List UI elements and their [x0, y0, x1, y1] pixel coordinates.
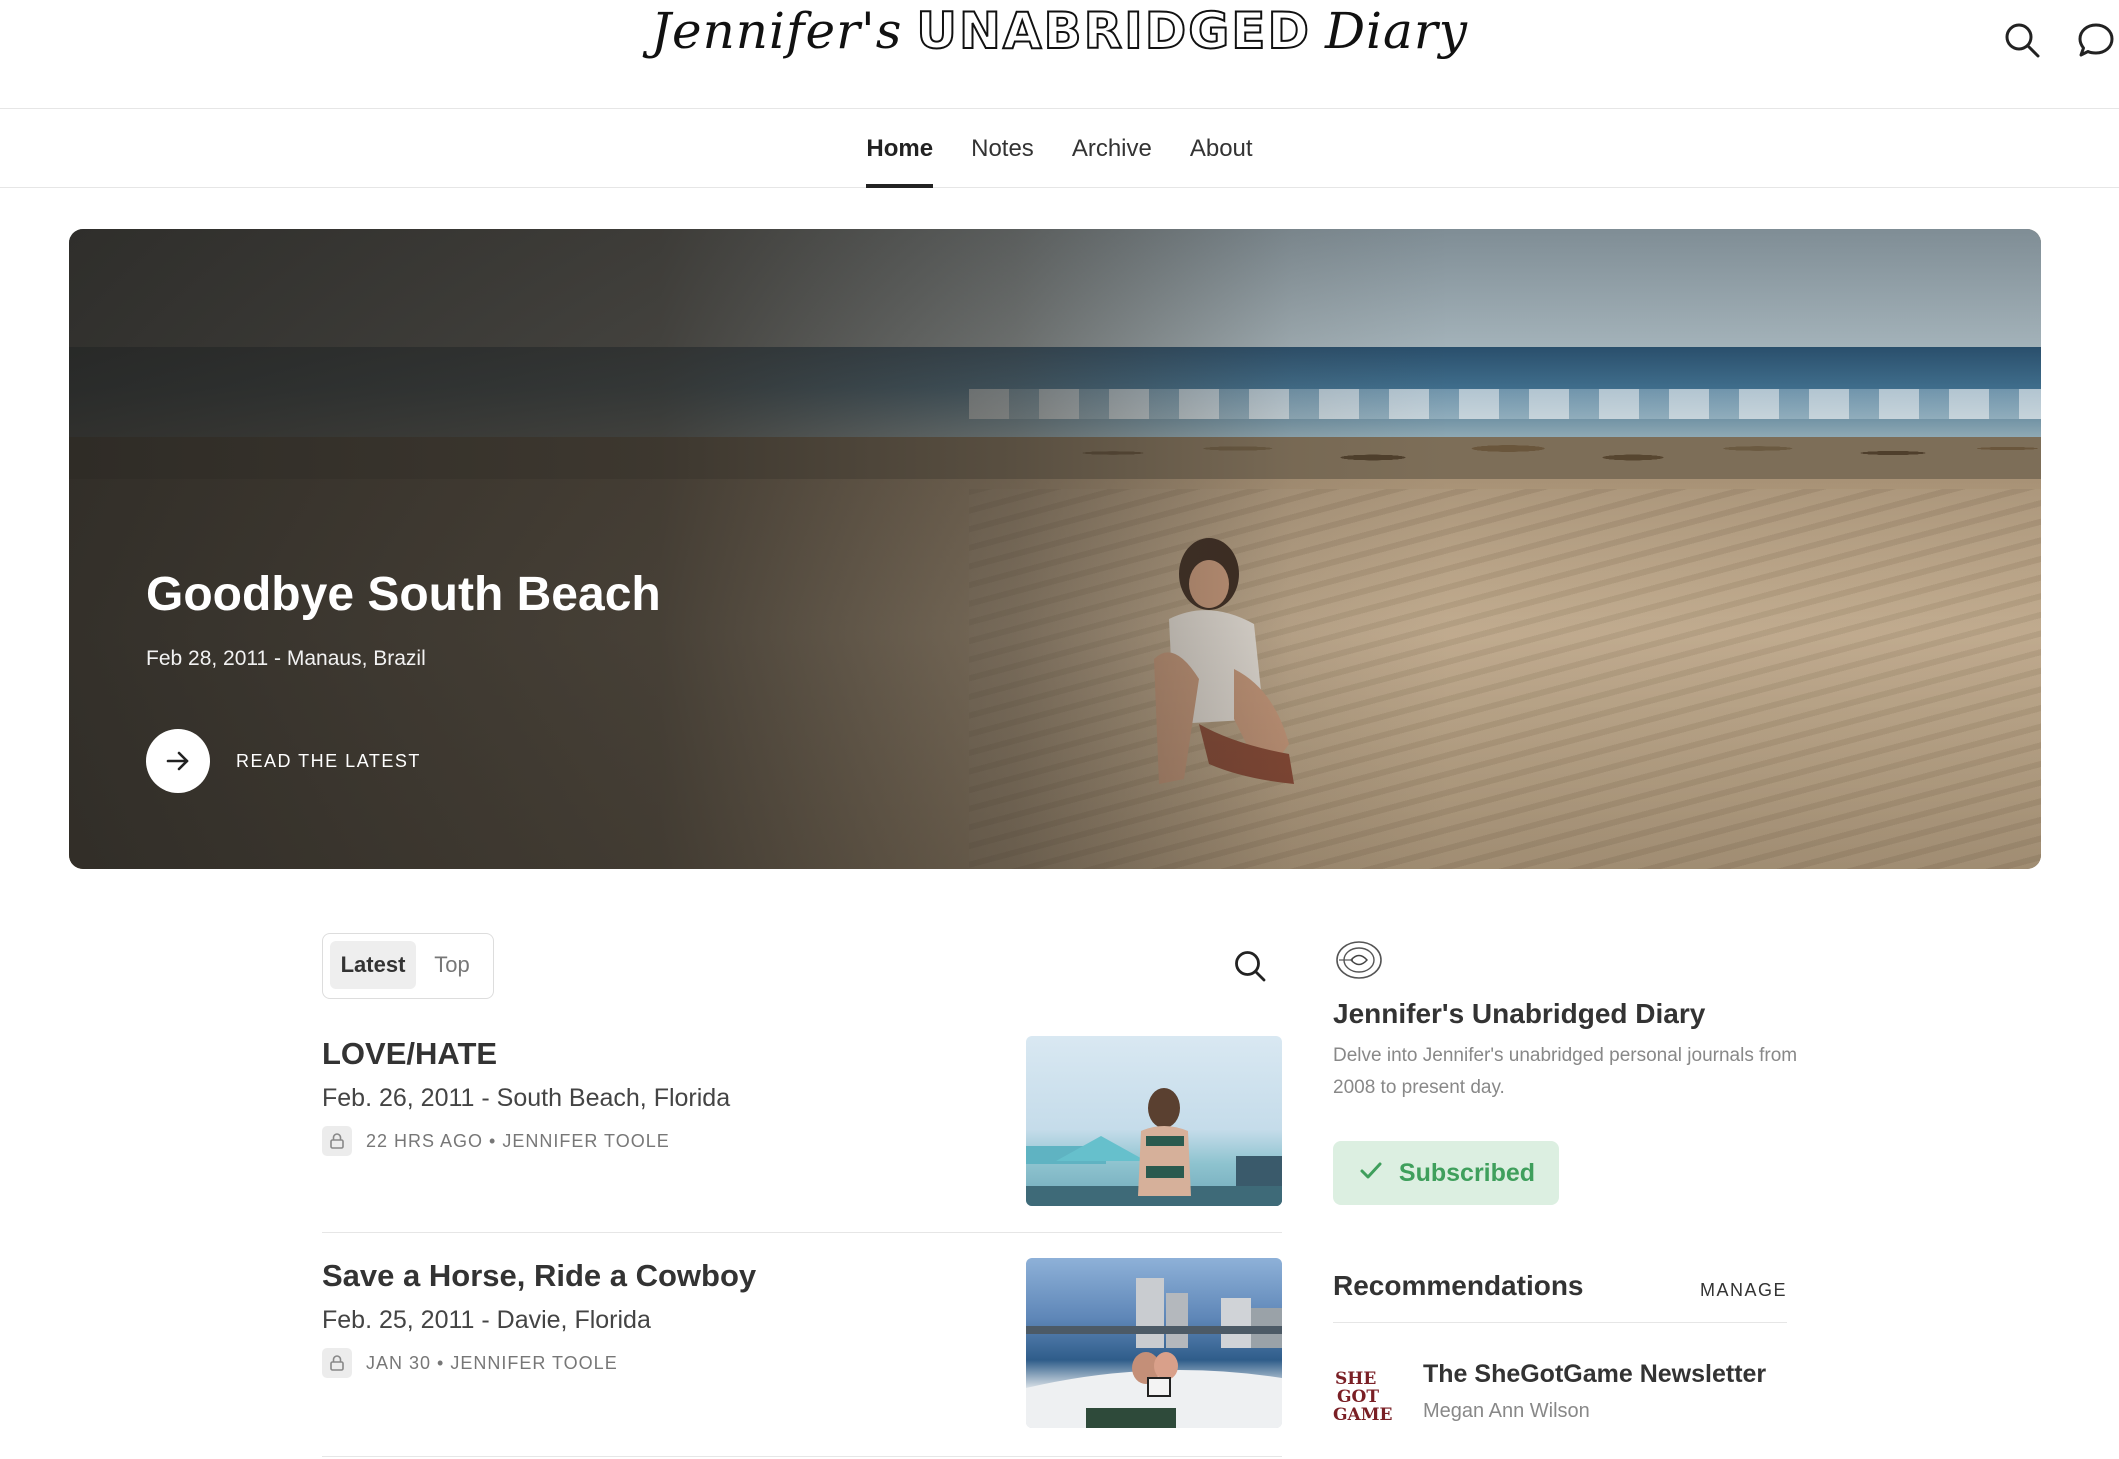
recommendation-author: Megan Ann Wilson — [1423, 1400, 1590, 1422]
recommendation-name[interactable]: The SheGotGame Newsletter — [1423, 1360, 1766, 1389]
nav-archive[interactable]: Archive — [1072, 109, 1152, 187]
subscribed-label: Subscribed — [1398, 1158, 1536, 1187]
lock-icon — [322, 1126, 352, 1156]
post-date-author: 22 HRS AGO • JENNIFER TOOLE — [366, 1130, 670, 1151]
recommendations-header: Recommendations MANAGE — [1333, 1270, 1787, 1323]
tab-latest[interactable]: Latest — [330, 941, 416, 989]
arrow-right-icon[interactable] — [146, 729, 210, 793]
post-title[interactable]: LOVE/HATE — [322, 1036, 497, 1072]
post-list-item[interactable]: LOVE/HATE Feb. 26, 2011 - South Beach, F… — [322, 1036, 1282, 1233]
nav-notes[interactable]: Notes — [971, 109, 1034, 187]
search-icon[interactable] — [2000, 18, 2044, 62]
post-thumbnail[interactable] — [1026, 1258, 1282, 1428]
tab-top[interactable]: Top — [421, 941, 483, 989]
post-title[interactable]: Save a Horse, Ride a Cowboy — [322, 1258, 756, 1294]
nav-home[interactable]: Home — [866, 109, 933, 188]
publication-title: Jennifer's Unabridged Diary — [1333, 998, 1706, 1029]
read-latest-label[interactable]: READ THE LATEST — [236, 751, 421, 772]
post-thumbnail[interactable] — [1026, 1036, 1282, 1206]
recommendations-title: Recommendations — [1333, 1270, 1584, 1301]
publication-logo[interactable] — [1333, 939, 1385, 981]
site-header: Jennifer's UNABRIDGED Diary — [0, 0, 2119, 109]
read-latest-button[interactable]: READ THE LATEST — [146, 729, 421, 793]
logo-text-unabridged: UNABRIDGED — [915, 1, 1311, 61]
chat-bubble-icon[interactable] — [2074, 18, 2118, 62]
svg-text:GAME: GAME — [1333, 1405, 1393, 1422]
nav-about[interactable]: About — [1190, 109, 1253, 187]
hero-title[interactable]: Goodbye South Beach — [146, 567, 661, 622]
svg-text:SHE: SHE — [1335, 1369, 1376, 1389]
manage-recommendations-link[interactable]: MANAGE — [1700, 1280, 1787, 1301]
lock-icon — [322, 1348, 352, 1378]
subscribed-button[interactable]: Subscribed — [1333, 1141, 1559, 1205]
post-date-author: JAN 30 • JENNIFER TOOLE — [366, 1352, 618, 1373]
posts-sort-tabs: Latest Top — [322, 933, 494, 999]
posts-search-icon[interactable] — [1232, 948, 1268, 984]
publication-description: Delve into Jennifer's unabridged persona… — [1333, 1045, 1798, 1098]
logo-text-diary: Diary — [1324, 2, 1469, 60]
svg-text:GOT: GOT — [1337, 1387, 1379, 1407]
post-subtitle: Feb. 25, 2011 - Davie, Florida — [322, 1306, 651, 1334]
site-logo[interactable]: Jennifer's UNABRIDGED Diary — [0, 1, 2119, 61]
logo-text-jennifers: Jennifer's — [650, 2, 903, 60]
hero-date: Feb 28, 2011 - Manaus, Brazil — [146, 647, 426, 670]
checkmark-icon — [1357, 1157, 1385, 1190]
post-meta: 22 HRS AGO • JENNIFER TOOLE — [322, 1126, 670, 1156]
recommendation-item[interactable]: SHE GOT GAME The SheGotGame Newsletter M… — [1333, 1352, 1787, 1432]
main-nav: Home Notes Archive About — [0, 109, 2119, 188]
post-list-item[interactable]: Save a Horse, Ride a Cowboy Feb. 25, 201… — [322, 1258, 1282, 1457]
post-subtitle: Feb. 26, 2011 - South Beach, Florida — [322, 1084, 731, 1112]
post-meta: JAN 30 • JENNIFER TOOLE — [322, 1348, 618, 1378]
shegotgame-logo: SHE GOT GAME — [1333, 1366, 1393, 1425]
hero-featured-post[interactable]: Goodbye South Beach Feb 28, 2011 - Manau… — [69, 229, 2041, 869]
